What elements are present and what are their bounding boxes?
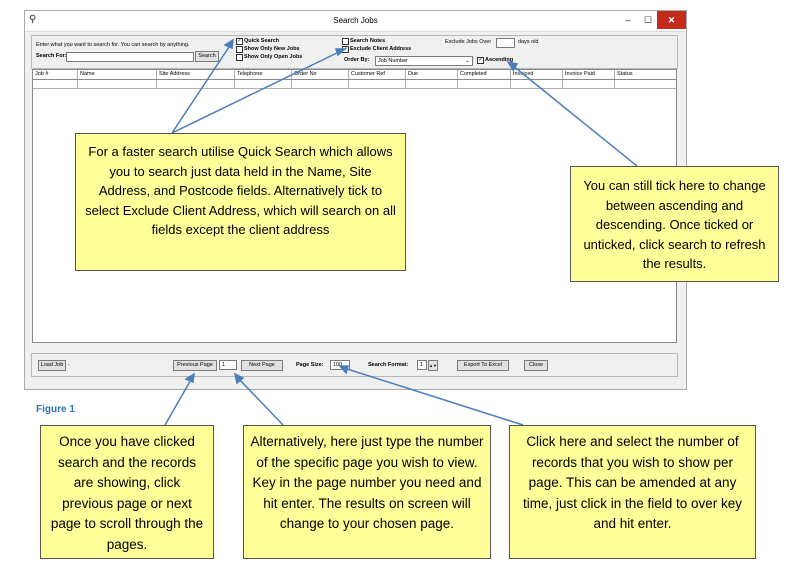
arrow-page-number xyxy=(237,377,284,426)
callout-page-number: Alternatively, here just type the number… xyxy=(243,425,491,559)
figure-label: Figure 1 xyxy=(36,404,75,415)
arrowhead-page-size xyxy=(338,365,349,375)
arrow-page-size xyxy=(343,367,524,426)
arrowhead-quick-search xyxy=(223,38,234,50)
arrowhead-exclude-client xyxy=(334,48,348,57)
arrowhead-prev-next xyxy=(184,372,195,384)
callout-prev-next: Once you have clicked search and the rec… xyxy=(40,425,214,559)
arrow-ascending xyxy=(511,64,638,167)
callout-quick-search: For a faster search utilise Quick Search… xyxy=(75,133,406,271)
arrow-exclude-client xyxy=(171,50,342,134)
callout-ascending: You can still tick here to change betwee… xyxy=(570,166,779,282)
arrow-quick-search xyxy=(171,43,232,134)
callout-page-size: Click here and select the number of reco… xyxy=(509,425,756,559)
arrow-prev-next xyxy=(164,377,193,426)
